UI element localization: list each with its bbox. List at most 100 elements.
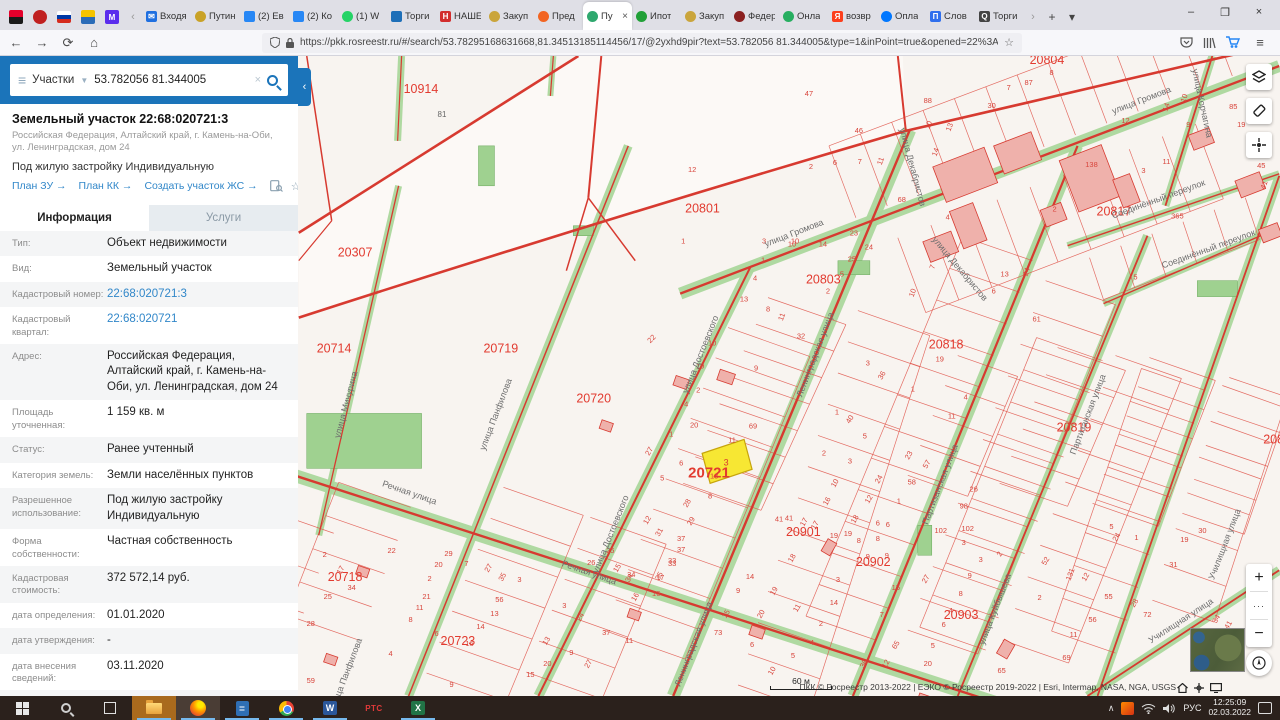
- quarter-label-20718[interactable]: 20718: [328, 570, 363, 584]
- quarter-label-20902[interactable]: 20902: [856, 555, 891, 569]
- browser-tab-16[interactable]: ПСлов: [926, 2, 975, 30]
- search-bar[interactable]: ≡ Участки ▼ 53.782056 81.344005 ×: [10, 64, 288, 96]
- tab-services[interactable]: Услуги: [149, 205, 298, 231]
- browser-tab-3[interactable]: (2) Ко: [289, 2, 338, 30]
- bookmark-star-icon[interactable]: ☆: [1004, 36, 1014, 49]
- volume-icon[interactable]: [1163, 703, 1176, 714]
- pinned-tab-3[interactable]: [76, 4, 100, 30]
- browser-tab-1[interactable]: Путин: [191, 2, 240, 30]
- taskbar-app-calculator[interactable]: ≣: [220, 696, 264, 720]
- tab-information[interactable]: Информация: [0, 205, 149, 231]
- reload-button[interactable]: ⟳: [58, 35, 78, 51]
- action-link-2[interactable]: Создать участок ЖС →: [144, 180, 257, 192]
- browser-tab-10[interactable]: Ипот: [632, 2, 681, 30]
- forward-button[interactable]: →: [32, 35, 52, 50]
- quarter-label-20818[interactable]: 20818: [929, 338, 964, 352]
- browser-tab-9[interactable]: Пу×: [583, 2, 632, 30]
- row-value[interactable]: 22:68:020721: [107, 312, 286, 339]
- pinned-tab-2[interactable]: [52, 4, 76, 30]
- chevron-down-icon[interactable]: ▼: [80, 76, 88, 85]
- quarter-label-20903[interactable]: 20903: [944, 608, 979, 622]
- tab-list-button[interactable]: ▾: [1062, 4, 1082, 30]
- shield-icon[interactable]: [270, 37, 280, 48]
- action-link-0[interactable]: План ЗУ →: [12, 180, 67, 192]
- taskbar-app-excel[interactable]: X: [396, 696, 440, 720]
- wifi-icon[interactable]: [1141, 703, 1156, 714]
- url-text[interactable]: https://pkk.rosreestr.ru/#/search/53.782…: [300, 37, 998, 48]
- browser-tab-14[interactable]: Явозвр: [828, 2, 877, 30]
- quarter-label-10914[interactable]: 10914: [404, 82, 439, 96]
- quarter-label-20804[interactable]: 20804: [1030, 56, 1065, 67]
- map-canvas[interactable]: 3474626711881013143078786841382123111410…: [298, 56, 1280, 696]
- task-view-button[interactable]: [88, 696, 132, 720]
- pinned-tab-4[interactable]: М: [100, 4, 124, 30]
- pinned-tab-1[interactable]: [28, 4, 52, 30]
- url-bar[interactable]: https://pkk.rosreestr.ru/#/search/53.782…: [262, 33, 1022, 53]
- search-icon[interactable]: [267, 75, 278, 86]
- favorite-star-icon[interactable]: ☆: [291, 180, 298, 193]
- menu-hamburger-icon[interactable]: ≡: [18, 72, 26, 88]
- doc-search-icon[interactable]: [270, 180, 283, 192]
- taskbar-app-explorer[interactable]: [132, 696, 176, 720]
- maximize-button[interactable]: ❐: [1208, 0, 1242, 24]
- search-category-select[interactable]: Участки: [32, 74, 74, 86]
- browser-tab-4[interactable]: (1) W: [338, 2, 387, 30]
- notification-center-icon[interactable]: [1258, 702, 1272, 714]
- browser-tab-6[interactable]: ННАШЕ ВОСПИ: [436, 2, 485, 30]
- layers-button[interactable]: [1246, 64, 1272, 90]
- browser-tab-7[interactable]: Закуп: [485, 2, 534, 30]
- quarter-label-20719[interactable]: 20719: [483, 342, 518, 356]
- taskbar-app-chrome[interactable]: [264, 696, 308, 720]
- quarter-label-20820[interactable]: 20820: [1263, 432, 1280, 446]
- taskbar-app-word[interactable]: W: [308, 696, 352, 720]
- quarter-label-20801[interactable]: 20801: [685, 202, 720, 216]
- menu-icon[interactable]: ≡: [1250, 35, 1270, 50]
- zoom-in-button[interactable]: +: [1246, 564, 1272, 591]
- zoom-more-button[interactable]: ···: [1246, 592, 1272, 619]
- quarter-label-20803[interactable]: 20803: [806, 273, 841, 287]
- quarter-label-20307[interactable]: 20307: [338, 246, 373, 260]
- taskbar-search-button[interactable]: [44, 696, 88, 720]
- compass-button[interactable]: [1246, 650, 1272, 676]
- search-input[interactable]: 53.782056 81.344005: [94, 74, 248, 86]
- tab-scroll-left-icon[interactable]: ‹: [124, 4, 142, 30]
- new-tab-button[interactable]: +: [1042, 4, 1062, 30]
- tab-scroll-right-icon[interactable]: ›: [1024, 4, 1042, 30]
- taskbar-app-rts[interactable]: РТС: [352, 696, 396, 720]
- action-link-1[interactable]: План КК →: [79, 180, 133, 192]
- browser-tab-8[interactable]: Пред: [534, 2, 583, 30]
- pinned-tab-0[interactable]: [4, 4, 28, 30]
- browser-tab-5[interactable]: Торги: [387, 2, 436, 30]
- language-indicator[interactable]: РУС: [1183, 703, 1201, 713]
- tab-close-icon[interactable]: ×: [622, 11, 628, 22]
- minimize-button[interactable]: –: [1174, 0, 1208, 24]
- lock-icon[interactable]: [286, 38, 294, 48]
- sidebar-collapse-button[interactable]: ‹: [298, 68, 311, 106]
- browser-tab-11[interactable]: Закуп: [681, 2, 730, 30]
- back-button[interactable]: ←: [6, 35, 26, 50]
- tray-chevron-icon[interactable]: ∧: [1108, 703, 1115, 714]
- home-icon[interactable]: [1177, 683, 1188, 693]
- quarter-label-20720[interactable]: 20720: [576, 391, 611, 405]
- quarter-label-20714[interactable]: 20714: [317, 342, 352, 356]
- cart-extension-icon[interactable]: [1226, 36, 1240, 49]
- measure-button[interactable]: [1246, 98, 1272, 124]
- tray-app-icon[interactable]: [1121, 702, 1134, 715]
- browser-tab-2[interactable]: (2) Ев: [240, 2, 289, 30]
- cadastral-map[interactable]: 3474626711881013143078786841382123111410…: [298, 56, 1280, 696]
- clock[interactable]: 12:25:09 02.03.2022: [1208, 698, 1251, 718]
- browser-tab-12[interactable]: Федер: [730, 2, 779, 30]
- start-button[interactable]: [0, 696, 44, 720]
- close-button[interactable]: ×: [1242, 0, 1276, 24]
- locate-button[interactable]: [1246, 132, 1272, 158]
- taskbar-app-firefox[interactable]: [176, 696, 220, 720]
- quarter-label-20721[interactable]: 20721: [688, 464, 730, 481]
- basemap-thumbnail[interactable]: [1190, 628, 1245, 672]
- browser-tab-17[interactable]: QТорги: [975, 2, 1024, 30]
- fullscreen-icon[interactable]: [1210, 683, 1222, 693]
- quarter-label-20901[interactable]: 20901: [786, 525, 821, 539]
- quarter-label-20723[interactable]: 20723: [441, 634, 476, 648]
- browser-tab-0[interactable]: ✉Входя: [142, 2, 191, 30]
- home-button[interactable]: ⌂: [84, 35, 104, 50]
- row-value[interactable]: 22:68:020721:3: [107, 287, 286, 303]
